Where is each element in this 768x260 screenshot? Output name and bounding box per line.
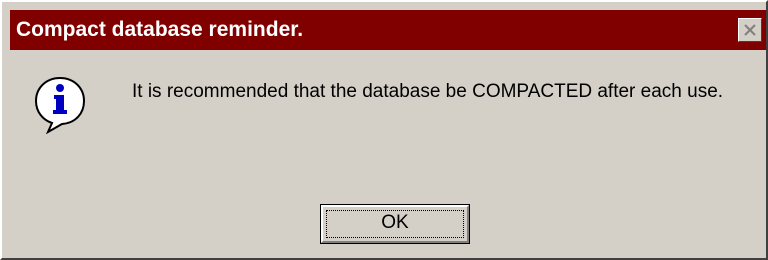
close-icon — [744, 24, 756, 36]
dialog-window: Compact database reminder. It is recomme… — [0, 0, 768, 260]
ok-button[interactable]: OK — [320, 204, 470, 244]
close-button[interactable] — [738, 18, 762, 42]
dialog-message: It is recommended that the database be C… — [132, 81, 724, 102]
info-icon — [32, 74, 88, 135]
title-bar[interactable]: Compact database reminder. — [10, 10, 766, 50]
window-title: Compact database reminder. — [16, 18, 304, 41]
ok-button-label: OK — [381, 212, 409, 233]
